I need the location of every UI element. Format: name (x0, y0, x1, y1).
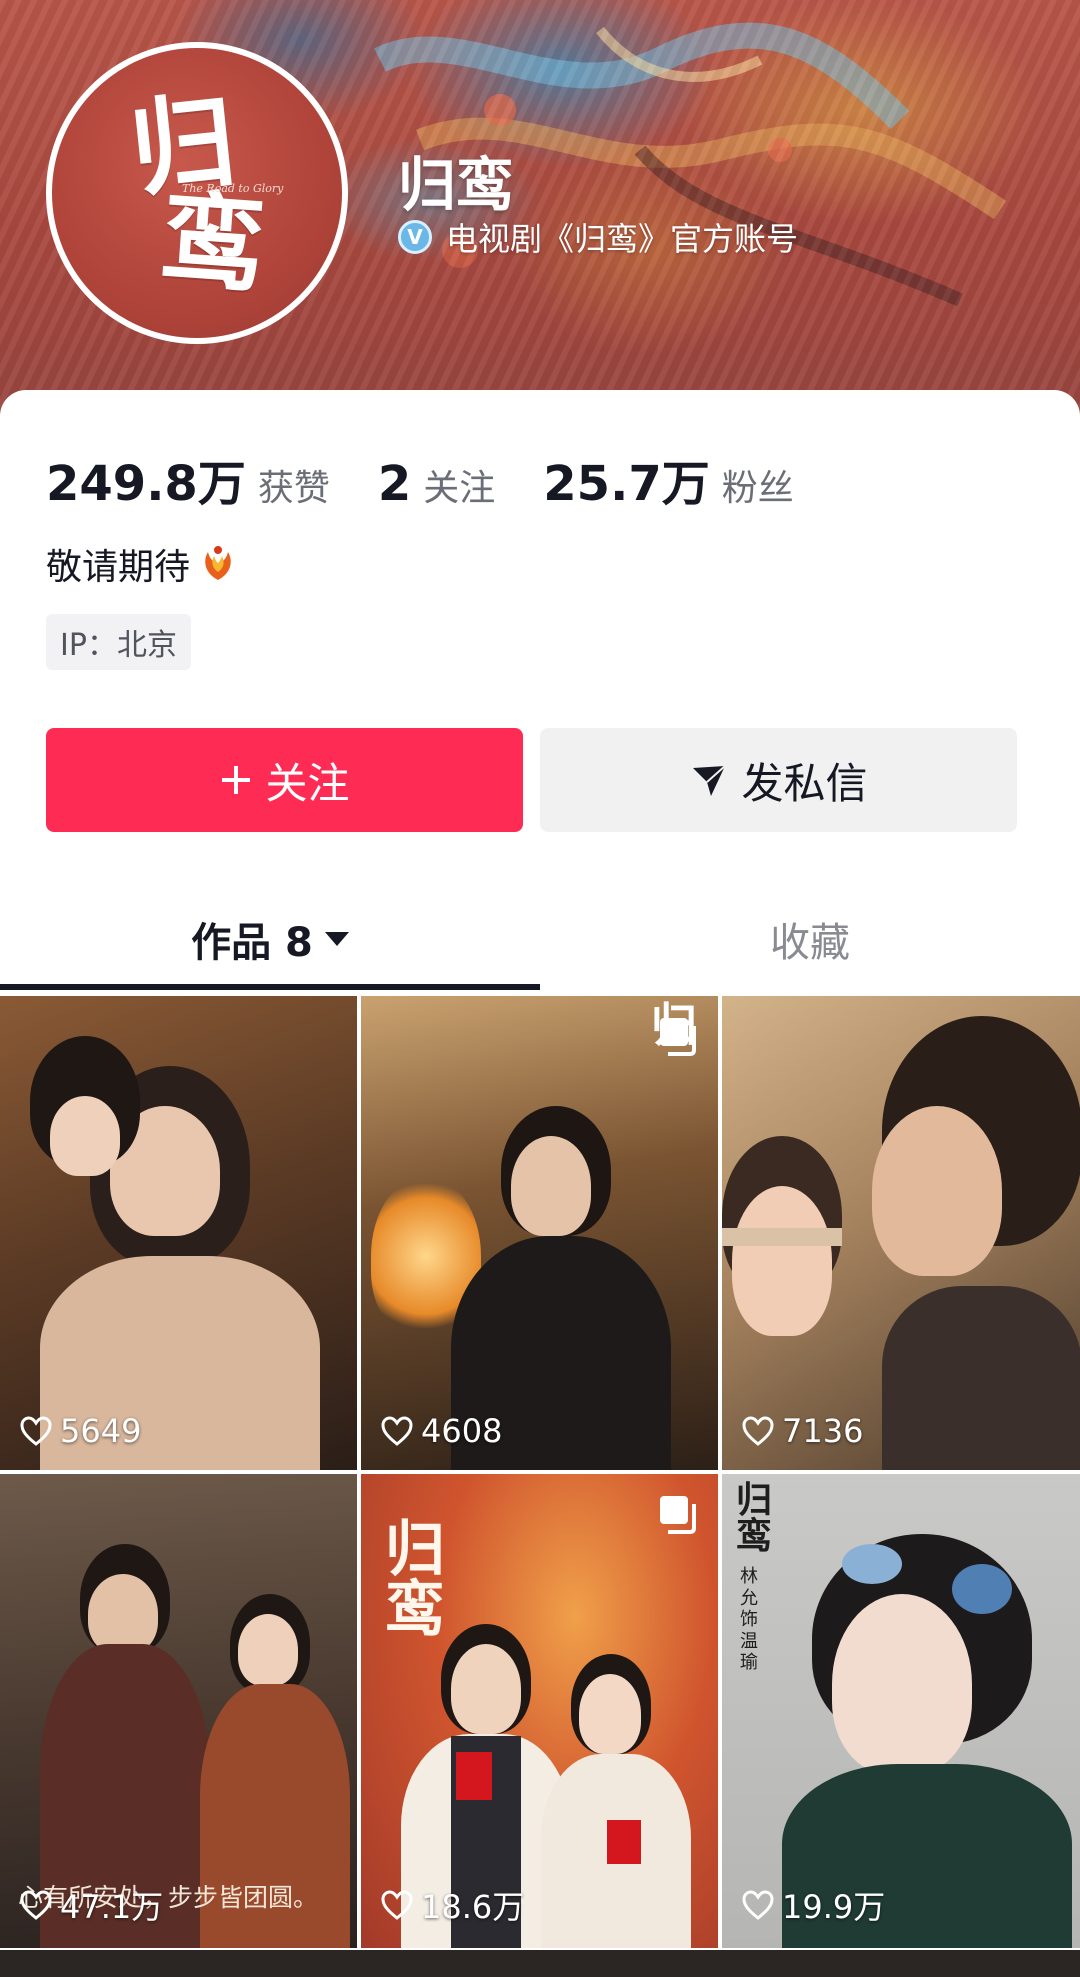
stat-likes[interactable]: 249.8万 获赞 (46, 444, 330, 514)
likes-value: 7136 (782, 1412, 864, 1450)
stat-label: 粉丝 (721, 468, 794, 509)
multi-image-icon (658, 1016, 698, 1060)
video-tile[interactable]: 心有所安处，步步皆团圆。 47.1万 (0, 1474, 357, 1948)
likes-count: 47.1万 (20, 1882, 163, 1928)
tab-favorites-label: 收藏 (770, 920, 850, 966)
video-thumbnail (722, 996, 1080, 1470)
verified-row: V 电视剧《归鸾》官方账号 (398, 214, 798, 260)
avatar-logo-bottom: 鸾 (156, 177, 270, 308)
bio-text: 敬请期待 (46, 547, 191, 588)
avatar-logo-english: The Road to Glory (182, 182, 284, 195)
poster-subtitle: 林允 饰 温瑜 (740, 1566, 758, 1674)
stat-label: 获赞 (257, 468, 330, 509)
stat-followers[interactable]: 25.7万 粉丝 (543, 444, 793, 514)
stat-following[interactable]: 2 关注 (378, 456, 495, 512)
profile-banner: 归 鸾 The Road to Glory 归鸾 V 电视剧《归鸾》官方账号 (0, 0, 1080, 420)
likes-count: 5649 (20, 1412, 141, 1450)
message-button[interactable]: 发私信 (540, 728, 1017, 832)
stat-value: 249.8万 (46, 456, 246, 512)
video-thumbnail: 心有所安处，步步皆团圆。 (0, 1474, 357, 1948)
tab-favorites[interactable]: 收藏 (540, 888, 1080, 990)
video-thumbnail: 归鸾 林允 饰 温瑜 (722, 1474, 1080, 1948)
likes-value: 5649 (60, 1412, 142, 1450)
avatar[interactable]: 归 鸾 The Road to Glory (46, 42, 348, 344)
profile-name: 归鸾 (398, 151, 515, 219)
video-thumbnail (0, 996, 357, 1470)
stats-row: 249.8万 获赞 2 关注 25.7万 粉丝 (46, 444, 794, 514)
heart-icon (381, 1890, 413, 1920)
verified-text: 电视剧《归鸾》官方账号 (446, 220, 799, 258)
likes-value: 4608 (421, 1412, 503, 1450)
stat-label: 关注 (423, 468, 496, 509)
send-icon (689, 760, 729, 800)
likes-value: 19.9万 (782, 1888, 886, 1926)
phoenix-emoji-icon (196, 542, 240, 586)
likes-value: 18.6万 (421, 1888, 525, 1926)
follow-label: 关注 (265, 758, 350, 808)
video-tile[interactable]: 归 4608 (361, 996, 718, 1470)
likes-count: 7136 (742, 1412, 863, 1450)
video-tile[interactable]: 归鸾 林允 饰 温瑜 19.9万 (722, 1474, 1080, 1948)
stat-value: 25.7万 (543, 456, 710, 512)
bio: 敬请期待 (46, 538, 240, 590)
tab-works[interactable]: 作品 8 (0, 888, 540, 990)
likes-count: 4608 (381, 1412, 502, 1450)
plus-icon (219, 763, 253, 797)
poster-title: 归鸾 (385, 1515, 445, 1645)
likes-value: 47.1万 (60, 1888, 164, 1926)
video-tile[interactable]: 7136 (722, 996, 1080, 1470)
video-tile[interactable]: 归鸾 18.6万 (361, 1474, 718, 1948)
verified-icon: V (398, 220, 432, 254)
heart-icon (20, 1890, 52, 1920)
video-thumbnail: 归鸾 (361, 1474, 718, 1948)
follow-button[interactable]: 关注 (46, 728, 523, 832)
multi-image-icon (658, 1494, 698, 1538)
poster-title: 归鸾 (736, 1479, 773, 1557)
heart-icon (381, 1416, 413, 1446)
likes-count: 18.6万 (381, 1882, 524, 1928)
video-grid: 5649 归 4608 7136 (0, 996, 1080, 1977)
profile-card: 249.8万 获赞 2 关注 25.7万 粉丝 敬请期待 IP：北京 关注 发私… (0, 390, 1080, 995)
video-thumbnail: 归 (361, 996, 718, 1470)
message-label: 发私信 (741, 758, 868, 808)
next-row-peek (0, 1950, 1080, 1977)
heart-icon (20, 1416, 52, 1446)
ip-location-tag: IP：北京 (46, 614, 191, 670)
caret-down-icon (324, 932, 349, 946)
likes-count: 19.9万 (742, 1882, 885, 1928)
video-tile[interactable]: 5649 (0, 996, 357, 1470)
stat-value: 2 (377, 456, 412, 512)
heart-icon (742, 1890, 774, 1920)
tab-underline (0, 984, 540, 990)
tab-works-label: 作品 8 (191, 920, 313, 966)
heart-icon (742, 1416, 774, 1446)
content-tabs: 作品 8 收藏 (0, 888, 1080, 990)
